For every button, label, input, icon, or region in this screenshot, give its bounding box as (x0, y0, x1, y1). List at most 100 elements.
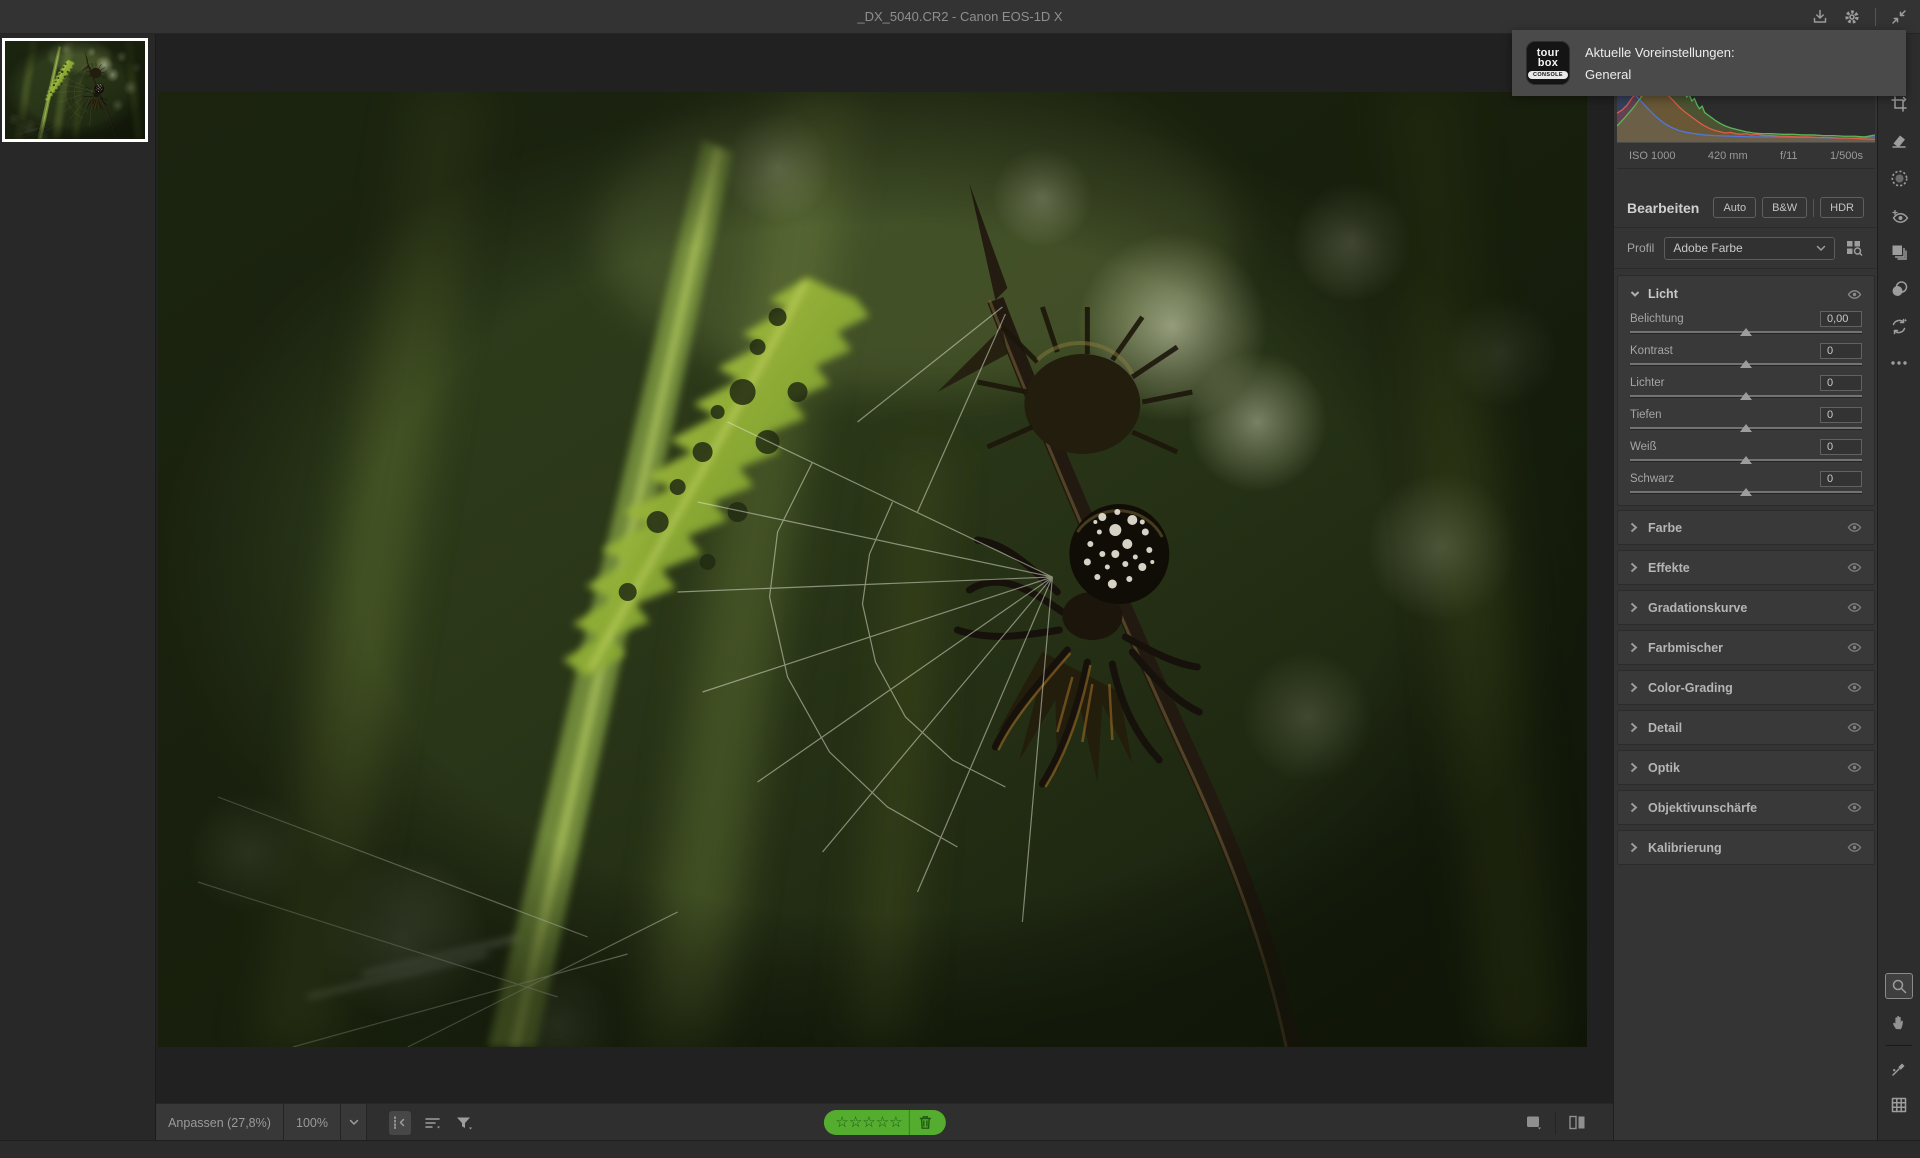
visibility-eye-icon[interactable] (1847, 682, 1862, 693)
visibility-eye-icon[interactable] (1847, 802, 1862, 813)
section-detail[interactable]: Detail (1617, 710, 1875, 745)
slider-track[interactable] (1630, 456, 1862, 466)
light-section-header[interactable]: Licht (1630, 282, 1862, 306)
section-objektivunschrfe[interactable]: Objektivunschärfe (1617, 790, 1875, 825)
section-effekte[interactable]: Effekte (1617, 550, 1875, 585)
slider-belichtung: Belichtung 0,00 (1630, 310, 1862, 338)
slider-label: Lichter (1630, 377, 1665, 389)
single-preview-icon[interactable] (1525, 1114, 1543, 1131)
slider-lichter: Lichter 0 (1630, 374, 1862, 402)
slider-track[interactable] (1630, 360, 1862, 370)
slider-track[interactable] (1630, 424, 1862, 434)
visibility-eye-icon[interactable] (1847, 522, 1862, 533)
auto-button[interactable]: Auto (1713, 197, 1756, 218)
presets-icon[interactable] (1885, 239, 1913, 265)
tourbox-logo-word2: box (1538, 58, 1558, 68)
tool-rail-divider (1886, 1045, 1912, 1046)
profile-select[interactable]: Adobe Farbe (1664, 237, 1835, 260)
visibility-eye-icon[interactable] (1847, 562, 1862, 573)
hdr-button[interactable]: HDR (1820, 197, 1864, 218)
collapse-icon[interactable] (1890, 8, 1908, 26)
visibility-eye-icon[interactable] (1847, 602, 1862, 613)
slider-label: Kontrast (1630, 345, 1673, 357)
bw-button[interactable]: B&W (1762, 197, 1807, 218)
filmstrip-panel (0, 33, 156, 1140)
slider-thumb[interactable] (1740, 328, 1752, 336)
slider-thumb[interactable] (1740, 488, 1752, 496)
slider-thumb[interactable] (1740, 424, 1752, 432)
sort-icon[interactable] (424, 1115, 442, 1131)
rating-star[interactable]: ☆ (849, 1114, 862, 1131)
visibility-eye-icon[interactable] (1847, 642, 1862, 653)
section-label: Farbe (1648, 521, 1837, 535)
rating-star[interactable]: ☆ (835, 1114, 848, 1131)
section-gradationskurve[interactable]: Gradationskurve (1617, 590, 1875, 625)
slider-thumb[interactable] (1740, 456, 1752, 464)
hand-tool-icon[interactable] (1885, 1009, 1913, 1035)
chevron-right-icon (1630, 842, 1638, 853)
section-colorgrading[interactable]: Color-Grading (1617, 670, 1875, 705)
slider-track[interactable] (1630, 328, 1862, 338)
masking-icon[interactable] (1885, 165, 1913, 191)
white-balance-eyedropper-icon[interactable] (1885, 1056, 1913, 1082)
slider-tiefen: Tiefen 0 (1630, 406, 1862, 434)
sync-settings-icon[interactable] (1885, 313, 1913, 339)
slider-schwarz: Schwarz 0 (1630, 470, 1862, 498)
slider-thumb[interactable] (1740, 392, 1752, 400)
rating-star[interactable]: ☆ (862, 1114, 875, 1131)
section-optik[interactable]: Optik (1617, 750, 1875, 785)
slider-value-input[interactable]: 0,00 (1820, 311, 1862, 327)
zoom-level-dropdown[interactable] (341, 1104, 367, 1141)
red-eye-icon[interactable] (1885, 202, 1913, 228)
chevron-right-icon (1630, 602, 1638, 613)
filmstrip-thumbnail-selected[interactable] (2, 38, 148, 142)
slider-value-input[interactable]: 0 (1820, 471, 1862, 487)
slider-value-input[interactable]: 0 (1820, 343, 1862, 359)
slider-track[interactable] (1630, 488, 1862, 498)
visibility-eye-icon[interactable] (1847, 722, 1862, 733)
window-title: _DX_5040.CR2 - Canon EOS-1D X (0, 0, 1920, 33)
profile-browser-icon[interactable] (1845, 239, 1864, 257)
zoom-level-button[interactable]: 100% (284, 1104, 341, 1141)
zoom-tool-icon[interactable] (1885, 973, 1913, 999)
rating-star[interactable]: ☆ (889, 1114, 902, 1131)
visibility-eye-icon[interactable] (1847, 762, 1862, 773)
rating-bar: ☆☆☆☆☆ (823, 1110, 945, 1135)
section-farbe[interactable]: Farbe (1617, 510, 1875, 545)
notification-line1: Aktuelle Voreinstellungen: (1585, 45, 1735, 60)
chevron-right-icon (1630, 682, 1638, 693)
zoom-fit-button[interactable]: Anpassen (27,8%) (156, 1104, 284, 1141)
tourbox-logo: tour box CONSOLE (1526, 41, 1570, 85)
slider-label: Tiefen (1630, 409, 1662, 421)
slider-thumb[interactable] (1740, 360, 1752, 368)
visibility-eye-icon[interactable] (1847, 289, 1862, 300)
settings-gear-icon[interactable] (1843, 8, 1861, 26)
light-section: Licht Belichtung 0,00 Kontrast 0 Lichter… (1617, 275, 1875, 506)
slider-value-input[interactable]: 0 (1820, 439, 1862, 455)
snapshots-icon[interactable] (1885, 276, 1913, 302)
tourbox-logo-word1: tour (1537, 48, 1560, 58)
more-options-icon[interactable] (1885, 350, 1913, 376)
section-label: Detail (1648, 721, 1837, 735)
filter-icon[interactable] (455, 1115, 473, 1131)
photo-preview[interactable] (158, 92, 1587, 1047)
before-after-icon[interactable] (1568, 1114, 1587, 1131)
download-icon[interactable] (1811, 8, 1829, 26)
slider-label: Schwarz (1630, 473, 1674, 485)
canvas-toolbar-separator (1555, 1112, 1556, 1134)
visibility-eye-icon[interactable] (1847, 842, 1862, 853)
section-kalibrierung[interactable]: Kalibrierung (1617, 830, 1875, 865)
rating-star[interactable]: ☆ (876, 1114, 889, 1131)
profile-row: Profil Adobe Farbe (1614, 228, 1877, 269)
heal-eraser-icon[interactable] (1885, 128, 1913, 154)
title-bar: _DX_5040.CR2 - Canon EOS-1D X (0, 0, 1920, 34)
delete-button[interactable] (914, 1110, 938, 1135)
slider-value-input[interactable]: 0 (1820, 407, 1862, 423)
section-label: Color-Grading (1648, 681, 1837, 695)
filmstrip-toggle-icon[interactable] (389, 1111, 411, 1135)
slider-track[interactable] (1630, 392, 1862, 402)
grid-overlay-icon[interactable] (1885, 1092, 1913, 1118)
slider-value-input[interactable]: 0 (1820, 375, 1862, 391)
chevron-right-icon (1630, 562, 1638, 573)
section-farbmischer[interactable]: Farbmischer (1617, 630, 1875, 665)
